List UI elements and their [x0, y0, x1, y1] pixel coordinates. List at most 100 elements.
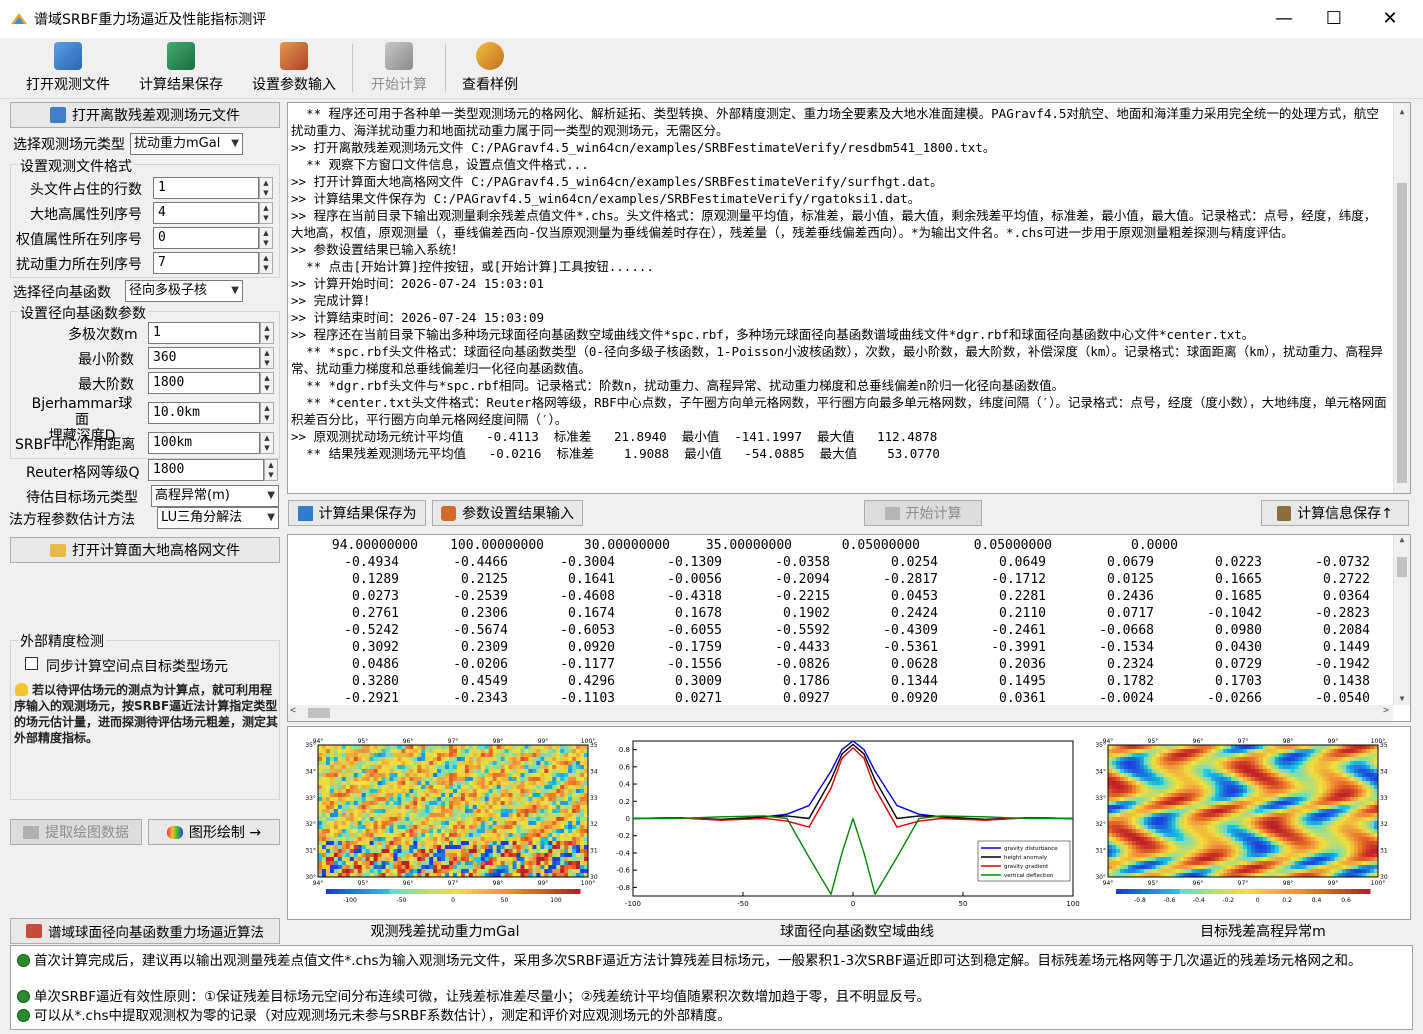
- max-order-field[interactable]: 1800: [148, 372, 260, 394]
- srbf-range-field[interactable]: 100km: [148, 432, 260, 454]
- map-cell: [1167, 745, 1173, 750]
- map-cell: [357, 773, 363, 778]
- map-cell: [1278, 813, 1284, 818]
- scroll-thumb[interactable]: [308, 708, 330, 718]
- view-example-toolbutton[interactable]: 查看样例: [454, 40, 526, 96]
- map-cell: [385, 805, 390, 810]
- save-info-button[interactable]: 计算信息保存↑: [1261, 500, 1409, 526]
- map-cell: [464, 761, 470, 766]
- min-order-stepper[interactable]: ▲ ▼: [260, 347, 274, 369]
- map-cell: [560, 809, 565, 814]
- scroll-left-icon[interactable]: <: [290, 705, 296, 716]
- target-type-select[interactable]: 高程异常(m) ▼: [151, 485, 279, 507]
- log-output[interactable]: ** 程序还可用于各种单一类型观测场元的格网化、解析延拓、类型转换、外部精度测定…: [287, 102, 1411, 494]
- start-compute-button[interactable]: 开始计算: [864, 500, 982, 526]
- plot-button[interactable]: 图形绘制 →: [148, 819, 280, 845]
- map-cell: [1151, 809, 1157, 814]
- maximize-button[interactable]: ☐: [1309, 0, 1359, 38]
- multipole-stepper[interactable]: ▲ ▼: [260, 322, 274, 344]
- map-cell: [1159, 773, 1165, 778]
- map-cell: [445, 753, 450, 758]
- map-cell: [1298, 841, 1304, 846]
- weight-col-stepper[interactable]: ▲ ▼: [259, 227, 273, 249]
- map-cell: [580, 817, 585, 822]
- map-cell: [516, 845, 521, 850]
- x-tick-label: 100: [1066, 900, 1079, 908]
- method-select[interactable]: LU三角分解法 ▼: [157, 507, 279, 529]
- save-result-as-button[interactable]: 计算结果保存为: [288, 500, 426, 526]
- scroll-right-icon[interactable]: >: [1383, 705, 1389, 716]
- colorbar-segment: [1236, 889, 1244, 894]
- gravity-col-stepper[interactable]: ▲ ▼: [259, 252, 273, 274]
- max-order-stepper[interactable]: ▲ ▼: [260, 372, 274, 394]
- map-cell: [548, 861, 553, 866]
- gravity-col-field[interactable]: 7: [153, 252, 259, 274]
- save-result-toolbutton[interactable]: 计算结果保存: [133, 40, 229, 96]
- map-cell: [1274, 773, 1280, 778]
- multipole-field[interactable]: 1: [148, 322, 260, 344]
- map-cell: [1223, 785, 1228, 790]
- scroll-up-icon[interactable]: ▲: [1394, 103, 1410, 120]
- map-cell: [1231, 849, 1236, 854]
- map-cell: [369, 821, 375, 826]
- field-type-select[interactable]: 扰动重力mGal ▼: [130, 133, 243, 155]
- grid-vscrollbar[interactable]: ▲ ▼: [1393, 535, 1410, 705]
- minimize-button[interactable]: —: [1259, 0, 1309, 38]
- extract-plot-data-button[interactable]: 提取绘图数据: [10, 819, 142, 845]
- srbf-range-stepper[interactable]: ▲ ▼: [260, 432, 274, 454]
- bjerhammar-field[interactable]: 10.0km: [148, 402, 260, 424]
- map-cell: [576, 749, 581, 754]
- map-cell: [1306, 817, 1311, 822]
- open-file-toolbutton[interactable]: 打开观测文件: [20, 40, 116, 96]
- min-order-field[interactable]: 360: [148, 347, 260, 369]
- data-grid[interactable]: 94.00000000 100.00000000 30.00000000 35.000…: [287, 534, 1411, 722]
- map-cell: [1115, 813, 1121, 818]
- map-cell: [1298, 849, 1304, 854]
- map-cell: [572, 813, 577, 818]
- scroll-thumb[interactable]: [1397, 183, 1407, 483]
- height-col-field[interactable]: 4: [153, 202, 259, 224]
- map-cell: [353, 745, 359, 750]
- scroll-up-icon[interactable]: ▲: [1394, 535, 1410, 544]
- map-cell: [1274, 825, 1280, 830]
- map-cell: [349, 761, 355, 766]
- header-rows-stepper[interactable]: ▲ ▼: [259, 177, 273, 199]
- start-compute-toolbutton[interactable]: 开始计算: [362, 40, 436, 96]
- map-cell: [1108, 761, 1113, 766]
- map-cell: [441, 825, 446, 830]
- height-col-stepper[interactable]: ▲ ▼: [259, 202, 273, 224]
- reuter-field[interactable]: 1800: [148, 459, 264, 481]
- weight-col-field[interactable]: 0: [153, 227, 259, 249]
- map-cell: [532, 765, 537, 770]
- map-raster: [318, 745, 589, 878]
- map-cell: [572, 777, 577, 782]
- map-cell: [1274, 829, 1280, 834]
- map-cell: [1123, 765, 1129, 770]
- header-rows-field[interactable]: 1: [153, 177, 259, 199]
- grid-hscrollbar[interactable]: < >: [288, 705, 1393, 721]
- map-cell: [449, 753, 454, 758]
- log-scrollbar[interactable]: ▲: [1393, 103, 1410, 493]
- scroll-down-icon[interactable]: ▼: [1394, 694, 1410, 703]
- params-input-button[interactable]: 参数设置结果输入: [432, 500, 583, 526]
- settings-toolbutton[interactable]: 设置参数输入: [246, 40, 342, 96]
- close-button[interactable]: ✕: [1365, 0, 1415, 38]
- map-cell: [548, 757, 553, 762]
- algorithm-button[interactable]: 谱域球面径向基函数重力场逼近算法: [10, 918, 280, 944]
- grid-cell: 0.1665: [1215, 572, 1262, 587]
- sync-checkbox[interactable]: [25, 657, 38, 670]
- open-residual-file-button[interactable]: 打开离散残差观测场元文件: [10, 102, 280, 128]
- map-cell: [429, 865, 434, 870]
- map-cell: [373, 753, 379, 758]
- scroll-thumb[interactable]: [1397, 557, 1407, 577]
- map-cell: [544, 853, 549, 858]
- sync-checkbox-label[interactable]: 同步计算空间点目标类型场元: [46, 656, 228, 676]
- map-cell: [1239, 745, 1244, 750]
- map-cell: [476, 813, 482, 818]
- bjerhammar-stepper[interactable]: ▲ ▼: [260, 402, 274, 424]
- basis-function-select[interactable]: 径向多极子核 ▼: [125, 280, 243, 302]
- reuter-stepper[interactable]: ▲ ▼: [264, 459, 278, 481]
- map-cell: [1235, 785, 1240, 790]
- open-grid-file-button[interactable]: 打开计算面大地高格网文件: [10, 537, 280, 563]
- map-cell: [1175, 777, 1180, 782]
